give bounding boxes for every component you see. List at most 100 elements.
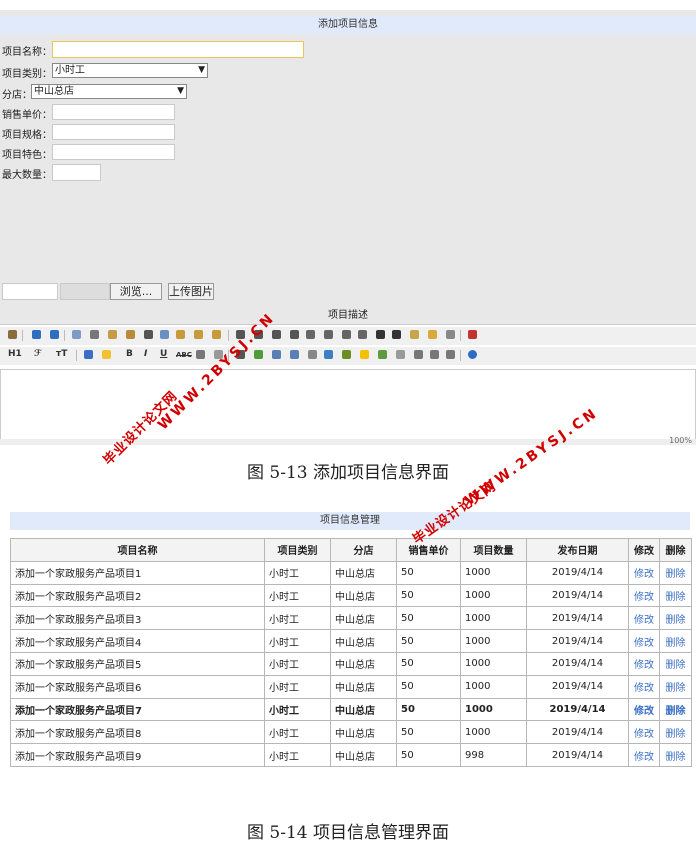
link-icon[interactable] (430, 350, 439, 359)
emoticon-icon[interactable] (360, 350, 369, 359)
fullscreen-icon[interactable] (468, 330, 477, 339)
ordered-list-icon[interactable] (306, 330, 315, 339)
price-input[interactable] (52, 104, 175, 120)
heading-dropdown[interactable]: H1 (8, 349, 22, 359)
delete-link[interactable]: 删除 (666, 660, 686, 671)
superscript-icon[interactable] (392, 330, 401, 339)
horizontal-rule-icon[interactable] (342, 350, 351, 359)
delete-link[interactable]: 删除 (666, 683, 686, 694)
branch-select-value: 中山总店 (34, 86, 74, 97)
underline-button[interactable]: U (160, 349, 167, 359)
cell-name: 添加一个家政服务产品项目8 (10, 720, 265, 745)
unlink-icon[interactable] (446, 350, 455, 359)
cell-price: 50 (396, 720, 461, 745)
edit-link-cell: 修改 (628, 583, 660, 608)
insert-table-icon[interactable] (324, 350, 333, 359)
cut-icon[interactable] (144, 330, 153, 339)
spec-input[interactable] (52, 124, 175, 140)
category-label: 项目类别： (2, 69, 52, 80)
edit-link[interactable]: 修改 (634, 638, 654, 649)
edit-link[interactable]: 修改 (634, 752, 654, 763)
delete-link[interactable]: 删除 (666, 569, 686, 580)
feature-label: 项目特色： (2, 150, 52, 161)
media-icon[interactable] (290, 350, 299, 359)
delete-link[interactable]: 删除 (666, 615, 686, 626)
edit-link[interactable]: 修改 (634, 592, 654, 603)
table-row: 添加一个家政服务产品项目3 小时工 中山总店 50 1000 2019/4/14 修改 删除 (10, 606, 692, 631)
delete-link-cell: 删除 (659, 629, 692, 653)
edit-link-cell: 修改 (628, 743, 660, 767)
preview-icon[interactable] (72, 330, 81, 339)
feature-input[interactable] (52, 144, 175, 160)
background-color-icon[interactable] (102, 350, 111, 359)
cell-branch: 中山总店 (330, 743, 397, 767)
strikethrough-button[interactable]: ABC (176, 351, 192, 359)
indent-icon[interactable] (342, 330, 351, 339)
category-select[interactable]: 小时工 ▼ (52, 63, 208, 78)
col-header-delete: 删除 (659, 538, 692, 562)
paste-word-icon[interactable] (212, 330, 221, 339)
edit-link-cell: 修改 (628, 651, 660, 676)
edit-link[interactable]: 修改 (634, 569, 654, 580)
delete-link[interactable]: 删除 (666, 706, 686, 717)
max-quantity-input[interactable] (52, 164, 101, 181)
toolbar-separator (76, 350, 77, 361)
upload-image-button[interactable]: 上传图片 (168, 283, 214, 300)
edit-link[interactable]: 修改 (634, 615, 654, 626)
outdent-icon[interactable] (358, 330, 367, 339)
delete-link[interactable]: 删除 (666, 638, 686, 649)
toolbar-separator (22, 330, 23, 341)
page-break-icon[interactable] (396, 350, 405, 359)
edit-link[interactable]: 修改 (634, 729, 654, 740)
paste-text-icon[interactable] (194, 330, 203, 339)
edit-link[interactable]: 修改 (634, 706, 654, 717)
name-input[interactable] (52, 41, 304, 58)
source-icon[interactable] (8, 330, 17, 339)
insert-image-icon[interactable] (378, 350, 387, 359)
editor-toolbar-row-2: H1 ℱ ᴛT B I U ABC (0, 347, 696, 365)
image-path-input[interactable] (2, 283, 58, 300)
bold-button[interactable]: B (126, 349, 133, 359)
browse-button[interactable]: 浏览... (110, 283, 162, 300)
print-icon[interactable] (90, 330, 99, 339)
edit-link[interactable]: 修改 (634, 683, 654, 694)
figure-caption-5-14: 图 5-14 项目信息管理界面 (247, 823, 449, 843)
help-icon[interactable] (468, 350, 477, 359)
undo-icon[interactable] (32, 330, 41, 339)
cell-name: 添加一个家政服务产品项目2 (10, 583, 265, 608)
attachment-icon[interactable] (308, 350, 317, 359)
font-size-dropdown[interactable]: ᴛT (56, 349, 67, 359)
text-color-icon[interactable] (84, 350, 93, 359)
subscript-icon[interactable] (376, 330, 385, 339)
delete-link[interactable]: 删除 (666, 729, 686, 740)
cell-quantity: 1000 (460, 606, 527, 631)
code-icon[interactable] (126, 330, 135, 339)
delete-link[interactable]: 删除 (666, 752, 686, 763)
line-height-icon[interactable] (196, 350, 205, 359)
template-icon[interactable] (108, 330, 117, 339)
redo-icon[interactable] (50, 330, 59, 339)
edit-link[interactable]: 修改 (634, 660, 654, 671)
cell-quantity: 1000 (460, 674, 527, 699)
align-justify-icon[interactable] (290, 330, 299, 339)
paste-icon[interactable] (176, 330, 185, 339)
branch-select[interactable]: 中山总店 ▼ (31, 84, 187, 99)
cursor-icon[interactable] (446, 330, 455, 339)
delete-link-cell: 删除 (659, 743, 692, 767)
delete-link[interactable]: 删除 (666, 592, 686, 603)
align-right-icon[interactable] (272, 330, 281, 339)
font-family-dropdown[interactable]: ℱ (34, 349, 41, 359)
cell-quantity: 1000 (460, 583, 527, 608)
cell-price: 50 (396, 743, 461, 767)
toolbar-separator (460, 350, 461, 361)
cell-branch: 中山总店 (330, 651, 397, 676)
copy-icon[interactable] (160, 330, 169, 339)
image-icon[interactable] (254, 350, 263, 359)
anchor-icon[interactable] (414, 350, 423, 359)
cell-quantity: 1000 (460, 629, 527, 653)
clear-format-icon[interactable] (410, 330, 419, 339)
italic-button[interactable]: I (144, 349, 147, 359)
unordered-list-icon[interactable] (324, 330, 333, 339)
flash-icon[interactable] (272, 350, 281, 359)
select-all-icon[interactable] (428, 330, 437, 339)
